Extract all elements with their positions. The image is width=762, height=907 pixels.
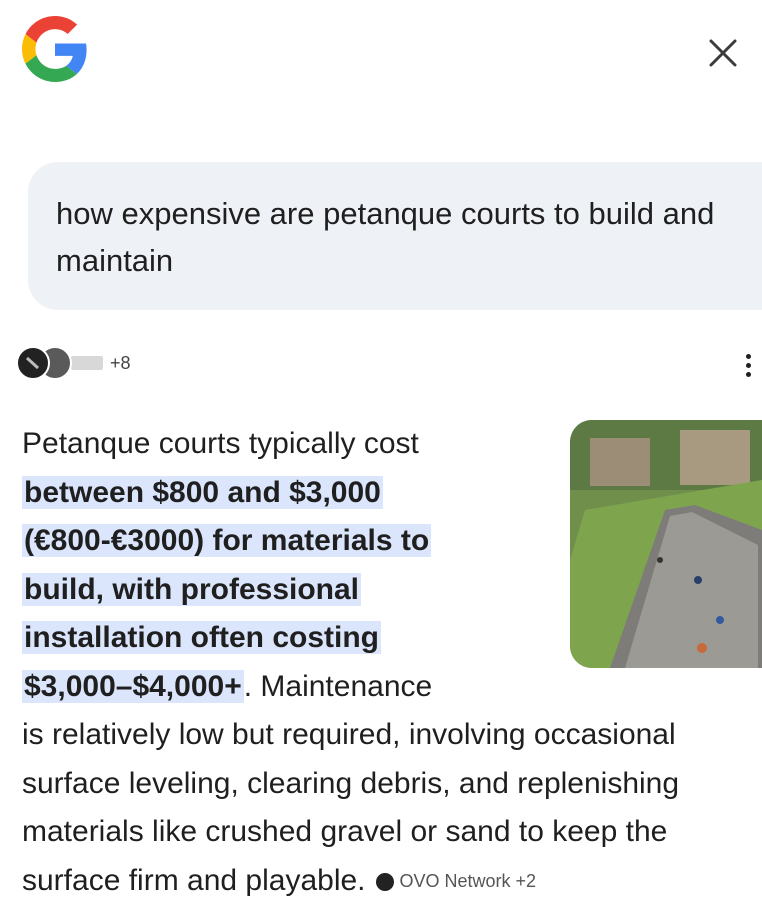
answer-highlight: installation often costing	[22, 621, 382, 654]
answer-line: . Maintenance	[243, 669, 433, 703]
sources-count: +8	[110, 352, 131, 373]
citation-chip[interactable]: OVO Network +2	[375, 857, 537, 906]
ai-answer-screen: how expensive are petanque courts to bui…	[0, 0, 762, 907]
answer-highlight: build, with professional	[22, 572, 362, 606]
answer-highlight: between $800 and $3,000	[22, 475, 383, 509]
answer-highlight: (€800-€3000) for materials to	[22, 524, 432, 557]
source-favicon-icon	[16, 346, 50, 380]
close-icon	[709, 39, 737, 67]
more-vert-dot	[745, 362, 751, 368]
close-button[interactable]	[700, 30, 746, 76]
more-options-button[interactable]	[736, 345, 760, 385]
query-text: how expensive are petanque courts to bui…	[56, 196, 715, 278]
answer-line: is relatively low but required, involvin…	[22, 718, 676, 751]
sources-row[interactable]: +8	[16, 343, 131, 383]
answer-line: surface firm and playable.	[22, 863, 366, 897]
answer-highlight: $3,000–$4,000+	[22, 669, 244, 703]
source-favicon-icon	[70, 355, 104, 371]
answer-text: Petanque courts typically cost between $…	[22, 420, 762, 905]
citation-source-icon	[375, 872, 394, 891]
answer-line: materials like crushed gravel or sand to…	[22, 815, 668, 848]
answer-line: surface leveling, clearing debris, and r…	[22, 766, 680, 800]
google-logo-icon[interactable]	[22, 16, 88, 82]
citation-label: OVO Network +2	[399, 871, 537, 892]
answer-line: Petanque courts typically cost	[22, 427, 419, 460]
more-vert-icon	[745, 353, 751, 359]
query-bubble: how expensive are petanque courts to bui…	[28, 162, 762, 310]
more-vert-dot	[745, 371, 751, 377]
